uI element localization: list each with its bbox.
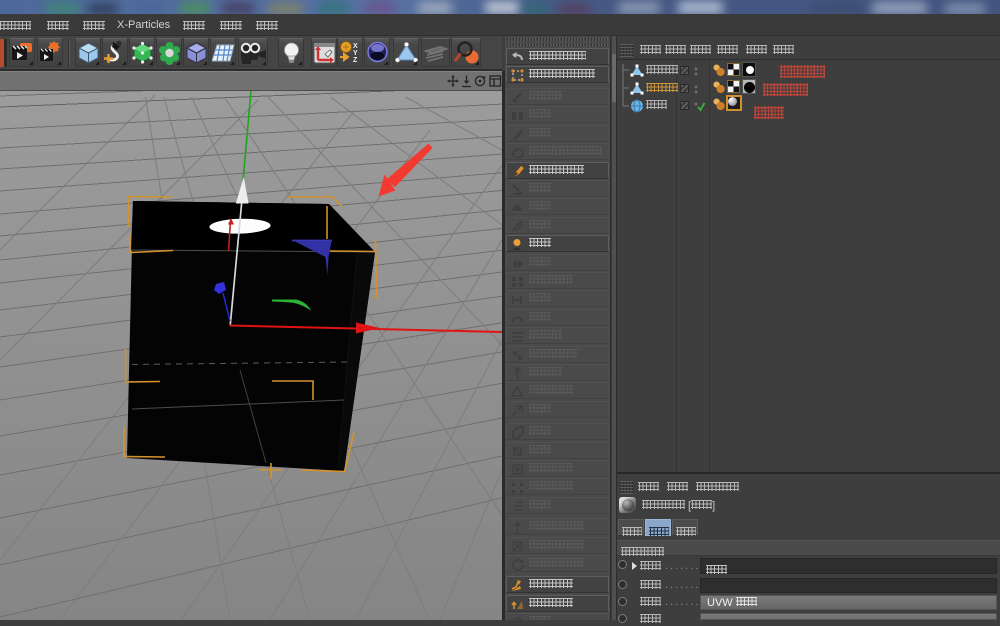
svg-text:Z: Z — [353, 57, 358, 64]
svg-text:Y: Y — [353, 50, 358, 57]
svg-text:X: X — [353, 43, 358, 50]
